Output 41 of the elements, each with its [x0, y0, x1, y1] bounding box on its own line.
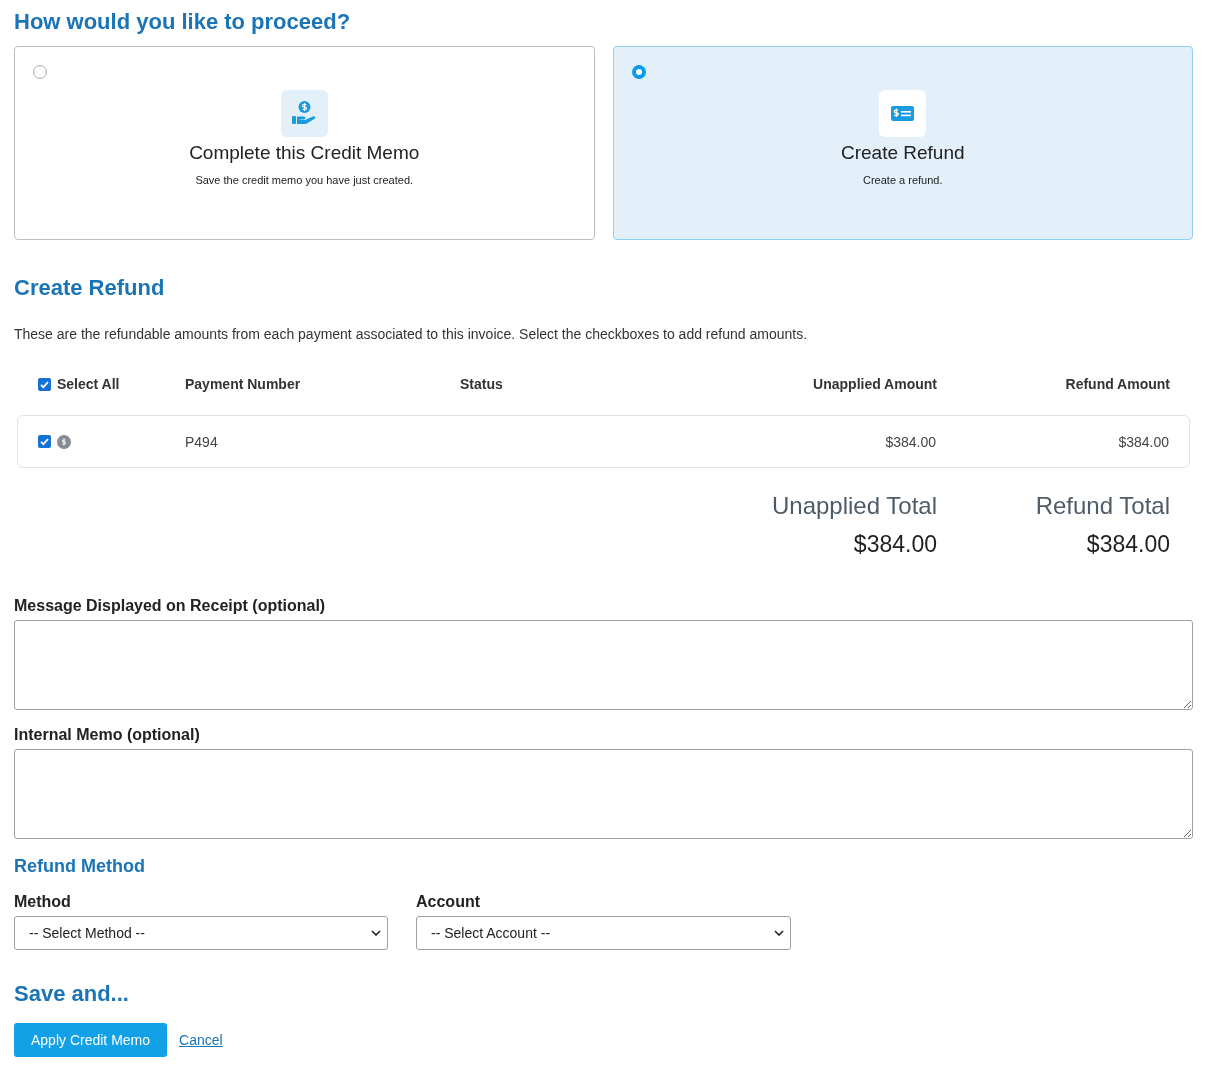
caret-icon: [774, 930, 784, 936]
option-card[interactable]: Complete this Credit Memo Save the credit memo you have just created.: [14, 46, 595, 240]
field-label: Account: [416, 892, 481, 912]
caret-icon: [371, 930, 381, 936]
radio-button[interactable]: [33, 65, 47, 79]
coin-icon: [57, 434, 71, 449]
checkbox[interactable]: [38, 435, 51, 448]
column-header: Refund Amount: [1065, 376, 1170, 392]
text-area[interactable]: [14, 620, 1193, 710]
cancel-link[interactable]: Cancel: [179, 1032, 223, 1048]
section-heading: Refund Method: [14, 855, 146, 878]
field-label: Method: [14, 892, 72, 912]
total-label: Refund Total: [1035, 491, 1170, 521]
column-header: Payment Number: [185, 376, 301, 392]
total-value: $384.00: [1086, 530, 1170, 559]
dropdown[interactable]: -- Select Method --: [14, 916, 388, 950]
field-label: Message Displayed on Receipt (optional): [14, 596, 327, 616]
hand-coin-icon: [280, 90, 328, 137]
column-header: Status: [460, 376, 503, 392]
amount-cell: $384.00: [885, 433, 936, 450]
option-title: Complete this Credit Memo: [189, 142, 420, 164]
column-header: Unapplied Amount: [813, 376, 937, 392]
payment-number-cell: P494: [185, 433, 218, 450]
section-heading: Save and...: [14, 980, 130, 1008]
section-heading: Create Refund: [14, 274, 166, 302]
option-title: Create Refund: [840, 142, 965, 164]
field-label: Internal Memo (optional): [14, 725, 201, 745]
checkbox[interactable]: [38, 377, 51, 391]
option-card[interactable]: Create Refund Create a refund.: [612, 46, 1193, 240]
section-heading: How would you like to proceed?: [14, 8, 352, 36]
option-description: Create a refund.: [863, 173, 943, 188]
dropdown[interactable]: -- Select Account --: [416, 916, 791, 950]
select-all-label[interactable]: Select All: [57, 376, 120, 392]
bill-icon: [879, 90, 927, 137]
text-area[interactable]: [14, 749, 1193, 839]
option-description: Save the credit memo you have just created.: [195, 173, 414, 188]
total-label: Unapplied Total: [772, 491, 937, 521]
instructions-text: These are the refundable amounts from each payment associated to this invoice. Select the checkboxes to add refund amounts.: [14, 325, 809, 344]
radio-button[interactable]: [631, 65, 646, 79]
total-value: $384.00: [853, 530, 937, 559]
amount-cell: $384.00: [1118, 433, 1169, 450]
